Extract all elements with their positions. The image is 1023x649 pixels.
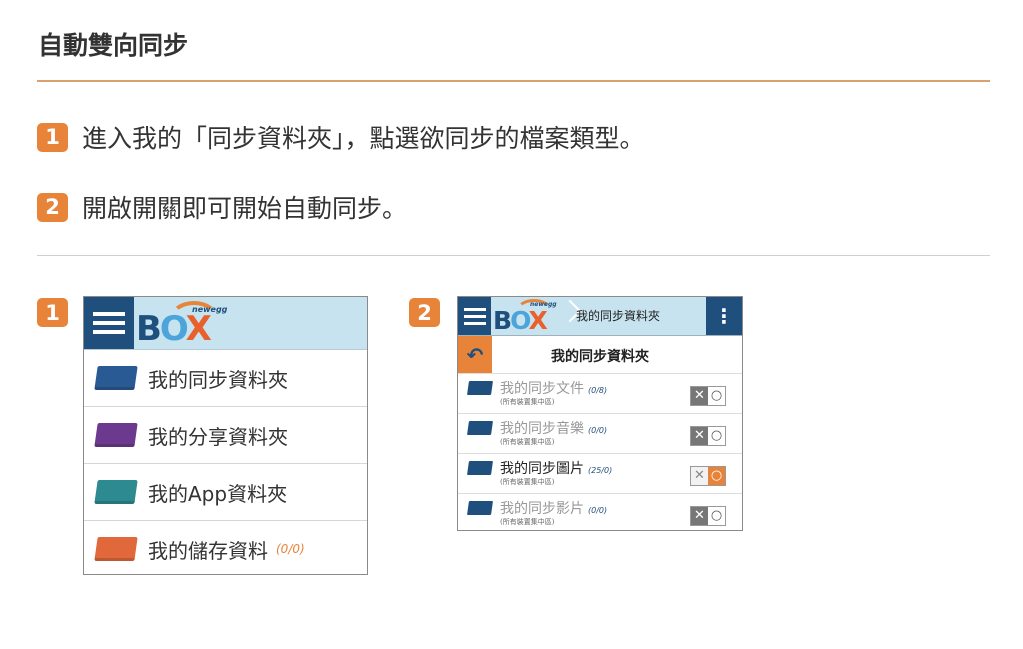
sync-item-subtitle: (所有裝置集中區) bbox=[500, 478, 555, 486]
folder-item-storage[interactable]: 我的儲存資料 (0/0) bbox=[84, 521, 367, 574]
more-options-icon[interactable]: ⋮ bbox=[706, 297, 742, 335]
folder-label: 我的儲存資料 bbox=[148, 538, 268, 563]
sync-item-count: (0/0) bbox=[588, 426, 608, 435]
sync-item-label: 我的同步圖片 bbox=[500, 461, 584, 477]
step-number-badge: 1 bbox=[37, 122, 68, 152]
folder-list: 我的同步資料夾 我的分享資料夾 我的App資料夾 我的儲存資料 (0/0) bbox=[84, 350, 367, 574]
folder-item-sync[interactable]: 我的同步資料夾 bbox=[84, 350, 367, 407]
screenshot-2-badge: 2 bbox=[409, 298, 440, 327]
folder-icon bbox=[467, 501, 493, 515]
app-header: newegg BOX bbox=[84, 297, 367, 350]
sync-item-label: 我的同步音樂 bbox=[500, 421, 584, 437]
step-text: 開啟開關即可開始自動同步。 bbox=[82, 194, 408, 223]
sync-item-count: (25/0) bbox=[588, 466, 613, 475]
sync-toggle[interactable]: ✕ ○ bbox=[690, 506, 726, 526]
sync-item-music[interactable]: 我的同步音樂 (0/0) (所有裝置集中區) ✕ ○ bbox=[458, 414, 742, 454]
folder-label: 我的分享資料夾 bbox=[148, 424, 288, 449]
sync-toggle[interactable]: ✕ ○ bbox=[690, 426, 726, 446]
title-divider bbox=[37, 80, 990, 82]
sync-item-subtitle: (所有裝置集中區) bbox=[500, 518, 555, 526]
sync-toggle[interactable]: ✕ ○ bbox=[690, 466, 726, 486]
sync-item-count: (0/0) bbox=[588, 506, 608, 515]
section-divider bbox=[37, 255, 990, 256]
screenshot-1-badge: 1 bbox=[37, 298, 68, 327]
sync-item-subtitle: (所有裝置集中區) bbox=[500, 438, 555, 446]
sync-item-subtitle: (所有裝置集中區) bbox=[500, 398, 555, 406]
instruction-step-1: 1 進入我的「同步資料夾」，點選欲同步的檔案類型。 bbox=[37, 119, 645, 155]
folder-item-share[interactable]: 我的分享資料夾 bbox=[84, 407, 367, 464]
screenshot-2-app: newegg BOX 我的同步資料夾 ⋮ ↶ 我的同步資料夾 我的同步文件 (0/… bbox=[457, 296, 743, 531]
screenshot-1-app: newegg BOX 我的同步資料夾 我的分享資料夾 我的App資料夾 我的儲存… bbox=[83, 296, 368, 575]
app-header: newegg BOX 我的同步資料夾 ⋮ bbox=[458, 297, 742, 336]
sync-item-label: 我的同步影片 bbox=[500, 501, 584, 517]
box-logo: BOX bbox=[136, 309, 212, 349]
page-title: 自動雙向同步 bbox=[38, 31, 189, 60]
sync-list: 我的同步文件 (0/8) (所有裝置集中區) ✕ ○ 我的同步音樂 (0/0) (所有… bbox=[458, 374, 742, 530]
sync-item-videos[interactable]: 我的同步影片 (0/0) (所有裝置集中區) ✕ ○ bbox=[458, 494, 742, 530]
sync-item-count: (0/8) bbox=[588, 386, 608, 395]
step-text: 進入我的「同步資料夾」，點選欲同步的檔案類型。 bbox=[82, 124, 645, 153]
folder-icon bbox=[94, 537, 138, 561]
instruction-step-2: 2 開啟開關即可開始自動同步。 bbox=[37, 189, 407, 225]
folder-icon bbox=[467, 421, 493, 435]
folder-item-app[interactable]: 我的App資料夾 bbox=[84, 464, 367, 521]
folder-icon bbox=[94, 480, 138, 504]
sub-header: ↶ 我的同步資料夾 bbox=[458, 336, 742, 374]
folder-title: 我的同步資料夾 bbox=[551, 349, 649, 365]
hamburger-menu-icon[interactable] bbox=[84, 297, 134, 349]
breadcrumb[interactable]: 我的同步資料夾 bbox=[576, 307, 660, 324]
folder-count: (0/0) bbox=[276, 542, 305, 556]
step-number-badge: 2 bbox=[37, 192, 68, 222]
sync-toggle[interactable]: ✕ ○ bbox=[690, 386, 726, 406]
folder-icon bbox=[467, 461, 493, 475]
folder-icon bbox=[94, 366, 138, 390]
folder-label: 我的App資料夾 bbox=[148, 481, 288, 506]
hamburger-menu-icon[interactable] bbox=[458, 297, 491, 335]
sync-item-documents[interactable]: 我的同步文件 (0/8) (所有裝置集中區) ✕ ○ bbox=[458, 374, 742, 414]
folder-icon bbox=[467, 381, 493, 395]
box-logo: BOX bbox=[493, 306, 548, 335]
folder-label: 我的同步資料夾 bbox=[148, 367, 288, 392]
folder-icon bbox=[94, 423, 138, 447]
sync-item-pictures[interactable]: 我的同步圖片 (25/0) (所有裝置集中區) ✕ ○ bbox=[458, 454, 742, 494]
sync-item-label: 我的同步文件 bbox=[500, 381, 584, 397]
